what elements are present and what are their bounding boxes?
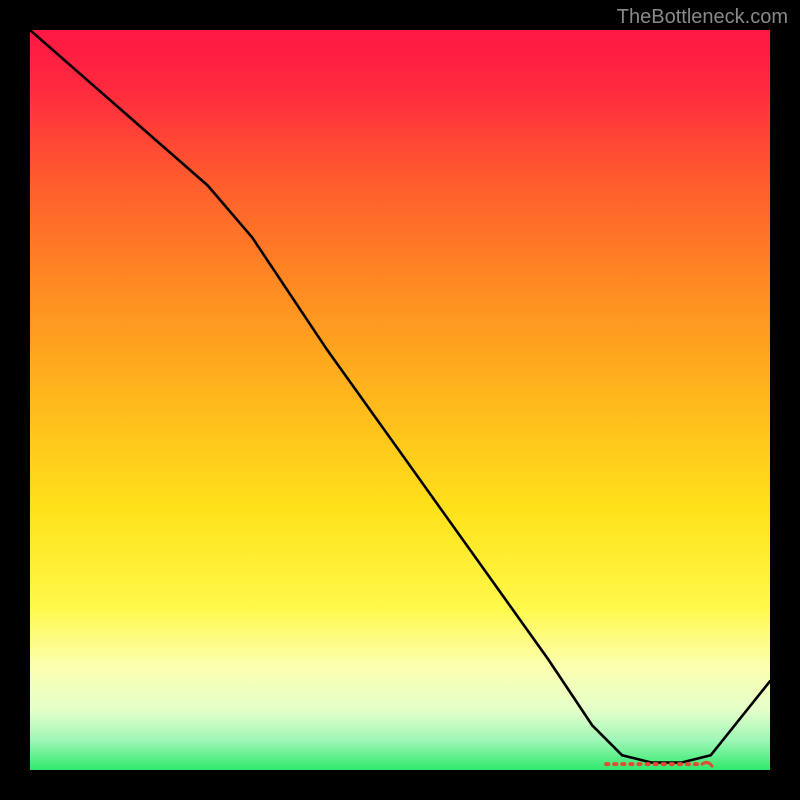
background-gradient [30, 30, 770, 770]
chart-frame: TheBottleneck.com [0, 0, 800, 800]
gradient-rect [30, 30, 770, 770]
watermark-text: TheBottleneck.com [617, 6, 788, 28]
watermark: TheBottleneck.com [617, 6, 788, 29]
plot-area [30, 30, 770, 770]
